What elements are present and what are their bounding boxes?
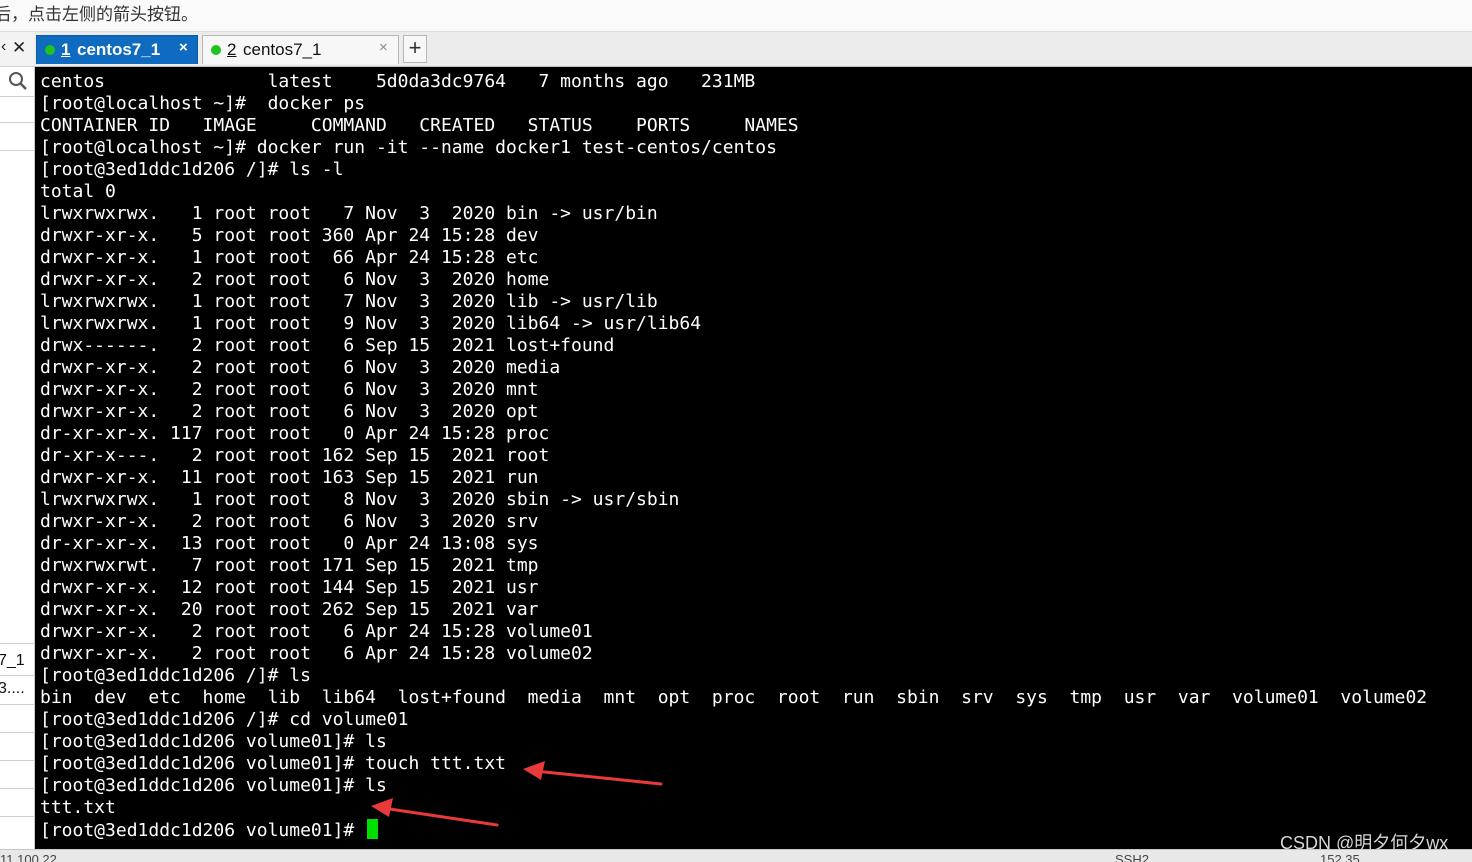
tab-bar: 1 centos7_1 × 2 centos7_1 × + — [34, 32, 1472, 67]
arrow-annotation — [371, 798, 499, 827]
close-tab-icon[interactable]: × — [179, 39, 188, 56]
session-panel: ‹ ✕ 7_1 3.... — [0, 32, 35, 861]
terminal[interactable]: centos latest 5d0da3dc9764 7 months ago … — [35, 67, 1472, 849]
divider — [0, 96, 34, 97]
tab-label: centos7_1 — [243, 40, 322, 59]
connected-status-icon — [45, 45, 55, 55]
divider — [0, 704, 34, 705]
divider — [0, 643, 34, 644]
collapse-icon[interactable]: ‹ — [1, 38, 6, 56]
divider — [0, 122, 34, 123]
tab-number: 2 — [227, 40, 237, 59]
annotation-arrows — [371, 761, 663, 827]
close-icon[interactable]: ✕ — [12, 38, 26, 58]
session-item[interactable]: 7_1 — [0, 652, 25, 670]
tab-number: 1 — [61, 40, 71, 59]
divider — [0, 788, 34, 789]
connected-status-icon — [211, 45, 221, 55]
divider — [0, 816, 34, 817]
tab-label: centos7_1 — [77, 40, 161, 59]
hint-bar: 后，点击左侧的箭头按钮。 — [0, 0, 1472, 32]
session-panel-header: ‹ ✕ — [0, 32, 34, 67]
divider — [0, 732, 34, 733]
close-tab-icon[interactable]: × — [379, 39, 388, 56]
tab-session-1[interactable]: 1 centos7_1 × — [36, 35, 198, 64]
add-tab-button[interactable]: + — [403, 35, 427, 63]
tab-session-2[interactable]: 2 centos7_1 × — [202, 35, 399, 64]
arrow-annotation — [523, 761, 663, 786]
status-bar: 11.100.22 SSH2 152.35 — [0, 849, 1472, 862]
divider — [0, 675, 34, 676]
divider — [0, 150, 34, 151]
divider — [0, 760, 34, 761]
search-icon[interactable] — [7, 70, 29, 92]
hint-text: 后，点击左侧的箭头按钮。 — [0, 5, 198, 24]
session-item[interactable]: 3.... — [0, 680, 25, 698]
